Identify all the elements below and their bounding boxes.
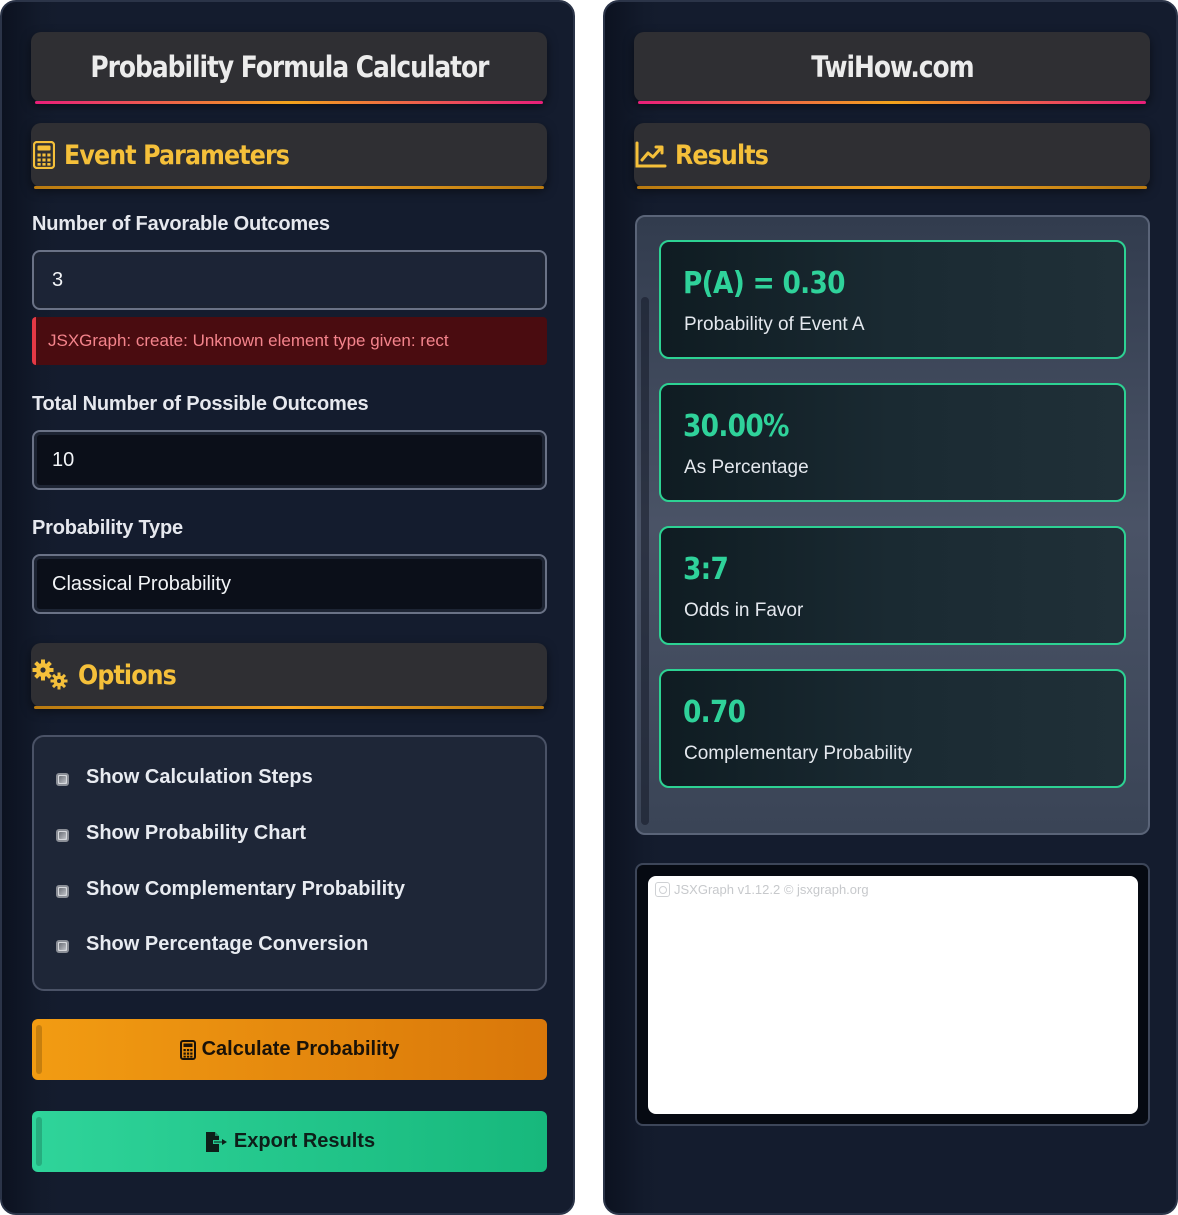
site-header: TwiHow.com bbox=[634, 32, 1150, 104]
results-header: Results bbox=[634, 123, 1150, 189]
favorable-outcomes-label: Number of Favorable Outcomes bbox=[32, 213, 330, 235]
total-outcomes-input[interactable]: 10 bbox=[32, 430, 547, 490]
option-label: Show Percentage Conversion bbox=[86, 932, 369, 955]
calculator-panel: Probability Formula Calculator Event Par… bbox=[0, 0, 575, 1215]
result-probability-card: P(A) = 0.30 Probability of Event A bbox=[659, 240, 1126, 359]
result-label: Odds in Favor bbox=[684, 600, 804, 621]
checkbox[interactable] bbox=[56, 884, 69, 898]
calculate-probability-button[interactable]: Calculate Probability bbox=[32, 1019, 547, 1080]
option-label: Show Calculation Steps bbox=[86, 765, 313, 788]
section-title: Options bbox=[78, 659, 177, 691]
calculator-icon bbox=[179, 1039, 196, 1060]
calculate-button-label: Calculate Probability bbox=[201, 1038, 400, 1060]
section-title: Event Parameters bbox=[64, 139, 290, 171]
section-title: Results bbox=[675, 139, 769, 171]
graph-frame: JSXGraph v1.12.2 © jsxgraph.org bbox=[635, 863, 1150, 1126]
probability-type-select[interactable]: Classical Probability bbox=[32, 554, 547, 614]
event-parameters-header: Event Parameters bbox=[31, 123, 547, 189]
result-value: 30.00% bbox=[683, 409, 789, 444]
chart-line-icon bbox=[635, 140, 667, 170]
export-results-button[interactable]: Export Results bbox=[32, 1111, 547, 1172]
calculator-header: Probability Formula Calculator bbox=[31, 32, 547, 104]
option-complementary-probability[interactable]: Show Complementary Probability bbox=[56, 875, 405, 903]
result-value: P(A) = 0.30 bbox=[683, 266, 846, 301]
file-export-icon bbox=[204, 1131, 228, 1153]
options-header: Options bbox=[31, 643, 547, 709]
gears-icon bbox=[32, 659, 70, 690]
graph-credit-text: JSXGraph v1.12.2 © jsxgraph.org bbox=[674, 882, 869, 897]
option-calculation-steps[interactable]: Show Calculation Steps bbox=[56, 763, 313, 791]
graph-credit: JSXGraph v1.12.2 © jsxgraph.org bbox=[655, 882, 869, 897]
total-outcomes-label: Total Number of Possible Outcomes bbox=[32, 393, 369, 415]
jsxgraph-logo-icon bbox=[655, 882, 670, 897]
result-value: 3:7 bbox=[683, 552, 729, 587]
result-complement-card: 0.70 Complementary Probability bbox=[659, 669, 1126, 788]
favorable-outcomes-input[interactable]: 3 bbox=[32, 250, 547, 310]
option-percentage-conversion[interactable]: Show Percentage Conversion bbox=[56, 930, 368, 958]
checkbox[interactable] bbox=[56, 772, 69, 786]
error-message: JSXGraph: create: Unknown element type g… bbox=[32, 317, 547, 365]
result-label: As Percentage bbox=[684, 457, 809, 478]
result-label: Complementary Probability bbox=[684, 743, 913, 764]
export-button-label: Export Results bbox=[233, 1130, 376, 1152]
checkbox[interactable] bbox=[56, 828, 69, 842]
result-percentage-card: 30.00% As Percentage bbox=[659, 383, 1126, 502]
page-title: Probability Formula Calculator bbox=[89, 50, 489, 84]
results-container: P(A) = 0.30 Probability of Event A 30.00… bbox=[635, 215, 1150, 835]
result-value: 0.70 bbox=[683, 695, 746, 730]
result-label: Probability of Event A bbox=[684, 314, 865, 335]
calculator-icon bbox=[32, 140, 56, 170]
result-odds-card: 3:7 Odds in Favor bbox=[659, 526, 1126, 645]
site-title: TwiHow.com bbox=[810, 50, 974, 84]
option-label: Show Probability Chart bbox=[86, 821, 307, 844]
jsxgraph-board[interactable]: JSXGraph v1.12.2 © jsxgraph.org bbox=[648, 876, 1138, 1114]
probability-type-label: Probability Type bbox=[32, 517, 183, 539]
option-label: Show Complementary Probability bbox=[86, 877, 405, 900]
options-list: Show Calculation Steps Show Probability … bbox=[32, 735, 547, 991]
results-panel: TwiHow.com Results P(A) = 0.30 Probabili… bbox=[603, 0, 1178, 1215]
option-probability-chart[interactable]: Show Probability Chart bbox=[56, 819, 306, 847]
checkbox[interactable] bbox=[56, 939, 69, 953]
